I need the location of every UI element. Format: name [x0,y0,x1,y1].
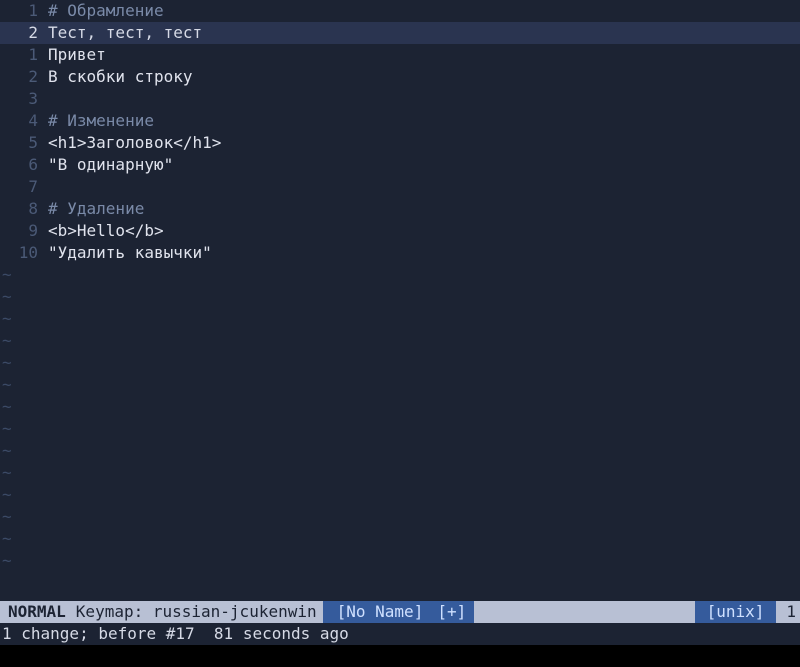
command-line[interactable]: 1 change; before #17 81 seconds ago [0,623,800,645]
line-number: 2 [0,66,48,88]
modified-flag: [+] [437,601,474,623]
empty-line-tilde: ~ [0,352,800,374]
empty-line-tilde: ~ [0,440,800,462]
empty-line-tilde: ~ [0,330,800,352]
line-text[interactable]: Тест, тест, тест [48,22,202,44]
mode-indicator: NORMAL [0,601,76,623]
line-text[interactable]: # Удаление [48,198,144,220]
editor-window[interactable]: 1# Обрамление2Тест, тест, тест1Привет2В … [0,0,800,667]
line-number: 3 [0,88,48,110]
line-number: 2 [0,22,48,44]
code-line[interactable]: 10"Удалить кавычки" [0,242,800,264]
line-text[interactable]: "В одинарную" [48,154,173,176]
empty-line-tilde: ~ [0,286,800,308]
file-name: [No Name] [323,601,438,623]
empty-line-tilde: ~ [0,374,800,396]
code-line[interactable]: 6"В одинарную" [0,154,800,176]
keymap-indicator: Keymap: russian-jcukenwin [76,601,323,623]
line-number: 7 [0,176,48,198]
file-format: [unix] [695,601,777,623]
line-number: 5 [0,132,48,154]
empty-line-tilde: ~ [0,484,800,506]
status-line: NORMAL Keymap: russian-jcukenwin [No Nam… [0,601,800,623]
code-line[interactable]: 1Привет [0,44,800,66]
line-number: 1 [0,0,48,22]
line-number: 6 [0,154,48,176]
code-line[interactable]: 4# Изменение [0,110,800,132]
code-line[interactable]: 1# Обрамление [0,0,800,22]
code-line[interactable]: 5<h1>Заголовок</h1> [0,132,800,154]
line-text[interactable]: # Обрамление [48,0,164,22]
code-line[interactable]: 7 [0,176,800,198]
line-text[interactable]: "Удалить кавычки" [48,242,212,264]
code-line[interactable]: 3 [0,88,800,110]
line-text[interactable]: Привет [48,44,106,66]
text-buffer[interactable]: 1# Обрамление2Тест, тест, тест1Привет2В … [0,0,800,572]
empty-line-tilde: ~ [0,506,800,528]
line-text[interactable]: # Изменение [48,110,154,132]
empty-line-tilde: ~ [0,308,800,330]
line-number: 8 [0,198,48,220]
line-text[interactable]: <b>Hello</b> [48,220,164,242]
line-text[interactable]: <h1>Заголовок</h1> [48,132,221,154]
status-right: 1 [776,601,800,623]
line-number: 4 [0,110,48,132]
line-number: 9 [0,220,48,242]
empty-line-tilde: ~ [0,418,800,440]
empty-line-tilde: ~ [0,528,800,550]
code-line[interactable]: 8# Удаление [0,198,800,220]
empty-line-tilde: ~ [0,462,800,484]
bottom-blackbar [0,645,800,667]
empty-line-tilde: ~ [0,550,800,572]
code-line[interactable]: 2Тест, тест, тест [0,22,800,44]
empty-line-tilde: ~ [0,396,800,418]
code-line[interactable]: 9<b>Hello</b> [0,220,800,242]
line-text[interactable]: В скобки строку [48,66,193,88]
line-number: 1 [0,44,48,66]
line-number: 10 [0,242,48,264]
empty-line-tilde: ~ [0,264,800,286]
code-line[interactable]: 2В скобки строку [0,66,800,88]
